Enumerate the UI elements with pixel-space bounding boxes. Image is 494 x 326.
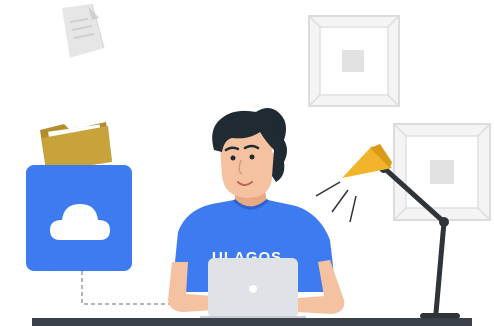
document-icon [62,3,105,58]
laptop-icon [200,258,306,320]
desk [32,318,472,326]
cloud-card [26,165,132,271]
folder-icon [40,122,112,172]
picture-frame-icon [308,15,400,107]
illustration-svg: ULAGOS [26,3,491,326]
picture-frame-icon [393,123,491,221]
illustration-scene: ULAGOS [0,0,494,326]
